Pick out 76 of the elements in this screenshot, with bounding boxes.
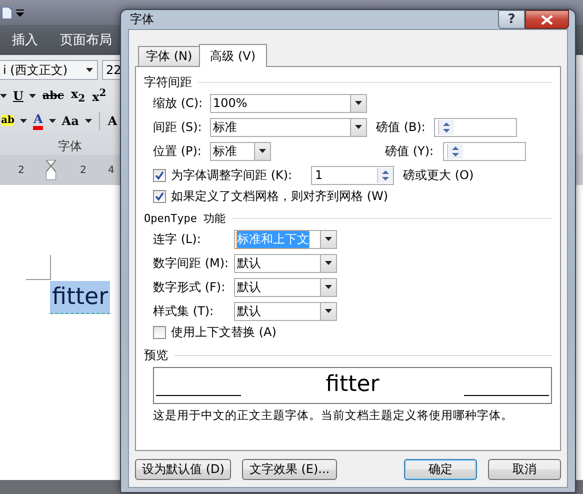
checkbox[interactable] xyxy=(153,190,166,203)
format-button[interactable]: ab xyxy=(0,115,16,126)
field-label: 磅值 (Y): xyxy=(385,142,435,160)
field-label: 数字形式 (F): xyxy=(153,278,226,296)
checkbox[interactable] xyxy=(153,326,166,339)
field-label: 间距 (S): xyxy=(153,118,203,136)
checkbox-label[interactable]: 使用上下文替换 (A) xyxy=(171,324,276,341)
ruler-number: 2 xyxy=(18,164,26,176)
format-button[interactable]: x$_{2}$ xyxy=(70,86,86,104)
checkbox[interactable] xyxy=(153,168,166,182)
dropdown[interactable]: 默认 xyxy=(234,254,337,272)
dropdown[interactable]: 默认 xyxy=(234,302,337,320)
caret-icon xyxy=(325,261,332,265)
field-label: 连字 (L): xyxy=(153,230,202,248)
ribbon-tab[interactable]: 页面布局 xyxy=(60,31,112,49)
caret-icon xyxy=(325,237,332,241)
checkbox-label[interactable]: 如果定义了文档网格，则对齐到网格 (W) xyxy=(171,188,388,205)
field-label: 数字间距 (M): xyxy=(153,254,230,272)
font-name-field[interactable]: i (西文正文) xyxy=(0,60,98,80)
format-button[interactable]: x$^{2}$ xyxy=(91,88,108,104)
caret-icon xyxy=(0,94,7,98)
field-label: 磅或更大 (O) xyxy=(403,166,474,184)
dialog-button[interactable]: 设为默认值 (D) xyxy=(135,458,232,480)
format-button[interactable]: U xyxy=(12,88,24,102)
section-title: 预览 xyxy=(144,346,168,364)
margin-corner-mark xyxy=(26,255,51,280)
document-text: fitter xyxy=(50,281,110,314)
field-label: 磅值 (B): xyxy=(376,118,426,136)
spin-field[interactable] xyxy=(443,142,526,160)
format-button[interactable]: A xyxy=(32,112,44,130)
field-label: 位置 (P): xyxy=(153,142,202,160)
caret-icon xyxy=(48,118,56,122)
close-icon xyxy=(541,14,553,24)
caret-icon xyxy=(325,285,332,289)
format-button[interactable]: A xyxy=(106,114,118,128)
ruler-number: 2 xyxy=(80,164,88,176)
field-label: 缩放 (C): xyxy=(153,94,204,112)
spin-field[interactable] xyxy=(434,118,517,136)
dropdown-icon[interactable] xyxy=(16,8,24,16)
dropdown[interactable]: 标准 xyxy=(210,142,271,160)
format-button[interactable]: abc xyxy=(41,89,65,102)
tab[interactable]: 高级 (V) xyxy=(199,44,267,67)
caret-icon xyxy=(86,68,93,72)
group-label: 字体 xyxy=(57,138,83,155)
dropdown[interactable]: 标准 xyxy=(210,118,367,136)
caret-icon xyxy=(259,149,266,153)
ruler-number: 4 xyxy=(108,164,116,176)
section-title: OpenType 功能 xyxy=(144,210,226,226)
section-title: 字符间距 xyxy=(144,74,192,90)
checkbox-label[interactable]: 为字体调整字间距 (K): xyxy=(171,166,311,184)
indent-marker-icon[interactable] xyxy=(46,160,56,180)
caret-icon xyxy=(355,101,362,105)
spinner-arrows-icon xyxy=(377,168,393,182)
dialog-button[interactable]: 取消 xyxy=(488,458,561,480)
caret-icon xyxy=(20,118,28,122)
close-button[interactable] xyxy=(525,10,569,29)
dropdown[interactable]: 默认 xyxy=(234,278,337,296)
preview-text: fitter xyxy=(326,371,380,399)
document-icon[interactable] xyxy=(2,6,12,18)
tab[interactable]: 字体 (N) xyxy=(138,46,200,66)
caret-icon xyxy=(325,309,332,313)
dialog-button[interactable]: 文字效果 (E)... xyxy=(242,458,337,480)
format-button[interactable]: Aa xyxy=(60,114,80,128)
caret-icon xyxy=(84,118,92,122)
caret-icon xyxy=(355,125,362,129)
spin-field[interactable]: 1 xyxy=(311,166,394,184)
dialog-button[interactable]: 确定 xyxy=(404,458,477,480)
field-label: 样式集 (T): xyxy=(153,302,215,320)
preview-description: 这是用于中文的正文主题字体。当前文档主题定义将使用哪种字体。 xyxy=(152,408,514,423)
dropdown[interactable]: 100% xyxy=(210,94,367,112)
ribbon-tab[interactable]: 插入 xyxy=(12,31,38,49)
help-button[interactable]: ? xyxy=(498,10,525,29)
dialog-title: 字体 xyxy=(129,11,154,28)
spinner-arrows-icon xyxy=(447,144,463,158)
caret-icon xyxy=(29,94,36,98)
spinner-arrows-icon xyxy=(438,120,454,134)
